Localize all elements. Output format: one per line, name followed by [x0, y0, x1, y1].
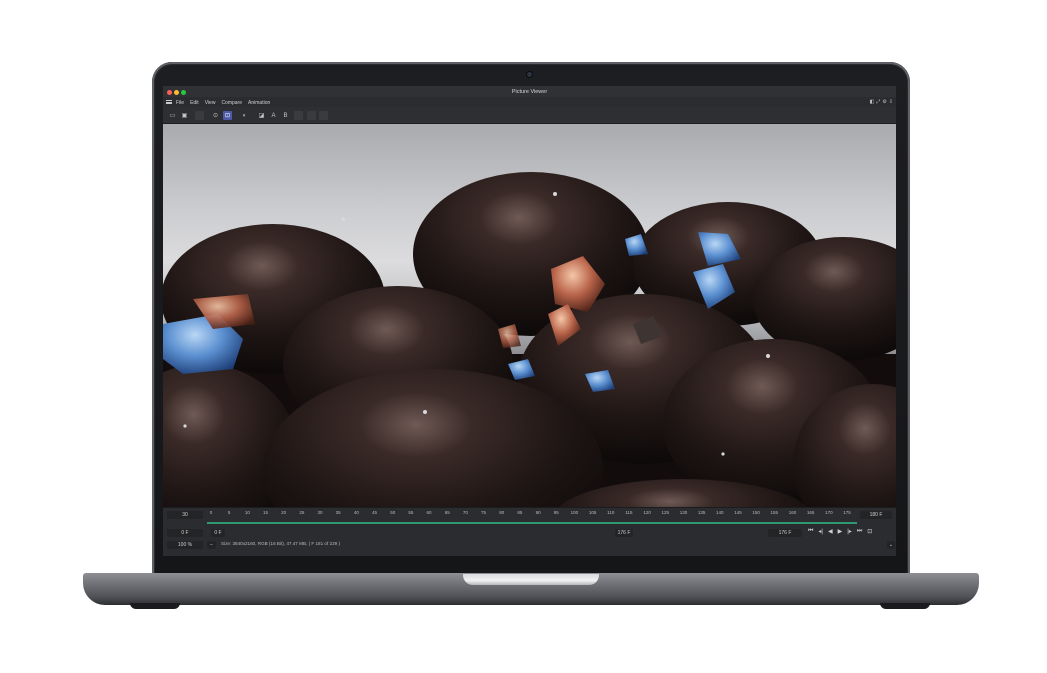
timeline-tick: 10	[244, 510, 250, 515]
timeline-tick: 120	[643, 510, 651, 515]
collapse-panel-icon[interactable]: ⌄	[887, 541, 895, 549]
end-frame-field[interactable]: 180 F	[860, 511, 892, 519]
disabled-tool-icon[interactable]	[307, 111, 316, 120]
compare-a-button[interactable]: A	[269, 111, 278, 120]
contrast-icon[interactable]: ◐	[240, 111, 249, 120]
menu-animation[interactable]: Animation	[248, 100, 270, 106]
target-icon[interactable]: ⊙	[211, 111, 220, 120]
hamburger-menu-icon[interactable]	[166, 100, 172, 104]
timeline-tick: 130	[679, 510, 688, 515]
open-folder-icon[interactable]: ▭	[168, 111, 177, 120]
region-select-icon[interactable]: ⊡	[223, 111, 232, 120]
timeline-tick: 5	[227, 510, 231, 515]
screen: Picture Viewer File Edit View Compare An…	[163, 86, 896, 556]
laptop-foot-left	[130, 603, 180, 609]
fps-field[interactable]: 30	[167, 511, 203, 519]
channel-icon[interactable]: ◪	[257, 111, 266, 120]
disabled-tool-icon[interactable]	[319, 111, 328, 120]
timeline-tick: 160	[788, 510, 797, 515]
timeline-tick: 150	[752, 510, 760, 515]
timeline-tick: 40	[353, 510, 359, 515]
previous-keyframe-icon[interactable]: ◂|	[818, 528, 823, 535]
timeline-tick: 75	[481, 510, 487, 515]
timeline-tick: 15	[262, 510, 269, 515]
menu-file[interactable]: File	[176, 100, 184, 106]
timeline-progress-line[interactable]	[207, 522, 857, 524]
timeline-tick: 105	[588, 510, 597, 515]
record-icon[interactable]: ⊡	[867, 528, 872, 535]
timeline-tick: 170	[825, 510, 833, 515]
expand-icon[interactable]: ⤢	[876, 99, 880, 105]
timeline-tick: 30	[317, 510, 323, 515]
timeline-tick: 65	[444, 510, 450, 515]
go-to-start-icon[interactable]: ⏮	[808, 528, 813, 535]
timeline-tick: 135	[697, 510, 706, 515]
timeline-tick: 80	[499, 510, 505, 515]
window-title: Picture Viewer	[511, 89, 548, 95]
save-icon[interactable]: ▣	[180, 111, 189, 120]
current-frame-field[interactable]: 176 F	[768, 529, 802, 537]
timeline-tick: 50	[390, 510, 396, 515]
rendered-image	[163, 172, 896, 507]
timeline-tick: 70	[462, 510, 468, 515]
timeline-tick: 0	[209, 510, 213, 515]
timeline-tick: 90	[535, 510, 541, 515]
timeline-tick: 140	[716, 510, 724, 515]
play-forward-icon[interactable]: ▶	[838, 528, 843, 535]
transport-controls: ⏮ ◂| ◀ ▶ |▸ ⏭ ⊡	[808, 528, 872, 535]
timeline-tick: 165	[806, 510, 815, 515]
current-frame-marker: 176 F	[615, 529, 633, 537]
start-frame-field[interactable]: 0 F	[167, 529, 203, 537]
timeline-panel: 30 0 5 10 15 20 25 30 35 40 45 50 55 60 65 70 75 80 85 90 9…	[163, 507, 896, 556]
timeline-tick: 85	[517, 510, 523, 515]
timeline-tick: 35	[335, 510, 341, 515]
download-icon[interactable]: ⇩	[889, 99, 893, 105]
timeline-tick: 155	[770, 510, 779, 515]
timeline-tick: 45	[372, 510, 378, 515]
timeline-tick: 25	[299, 510, 305, 515]
toolbar: ▭ ▣ ⊙ ⊡ ◐ ◪ A B	[163, 107, 896, 124]
menu-edit[interactable]: Edit	[190, 100, 199, 106]
timeline-tick: 175	[843, 510, 851, 515]
image-viewport[interactable]	[163, 124, 896, 507]
timeline-tick: 110	[607, 510, 615, 515]
laptop-foot-right	[880, 603, 930, 609]
timeline-tick: 60	[426, 510, 432, 515]
next-keyframe-icon[interactable]: |▸	[847, 528, 852, 535]
disabled-tool-icon[interactable]	[195, 111, 204, 120]
title-bar: Picture Viewer	[163, 86, 896, 97]
timeline-tick: 115	[625, 510, 633, 515]
menu-compare[interactable]: Compare	[221, 100, 242, 106]
image-info-status: Size: 3840x2160, RGB (16 Bit), 47.47 MB,…	[221, 541, 340, 546]
menu-bar: File Edit View Compare Animation ◧ ⤢ ⚙ ⇩	[163, 97, 896, 107]
timeline-tick: 95	[553, 510, 559, 515]
zoom-step-icon[interactable]: −	[207, 541, 216, 549]
timeline-ruler[interactable]: 0 5 10 15 20 25 30 35 40 45 50 55 60 65 70 75 80 85 90 95 10…	[207, 510, 857, 520]
timeline-tick: 20	[281, 510, 287, 515]
zoom-field[interactable]: 100 %	[167, 541, 203, 549]
camera	[527, 72, 532, 77]
play-backward-icon[interactable]: ◀	[828, 528, 833, 535]
disabled-tool-icon[interactable]	[294, 111, 303, 120]
go-to-end-icon[interactable]: ⏭	[857, 528, 862, 535]
timeline-tick: 145	[734, 510, 742, 515]
compare-b-button[interactable]: B	[281, 111, 290, 120]
timeline-tick: 100	[570, 510, 579, 515]
layout-icon[interactable]: ◧	[870, 99, 875, 105]
menu-view[interactable]: View	[205, 100, 216, 106]
timeline-tick: 125	[661, 510, 670, 515]
timeline-tick: 55	[408, 510, 414, 515]
settings-icon[interactable]: ⚙	[882, 99, 886, 105]
start-marker: 0 F	[211, 529, 225, 537]
laptop-notch	[463, 574, 599, 585]
